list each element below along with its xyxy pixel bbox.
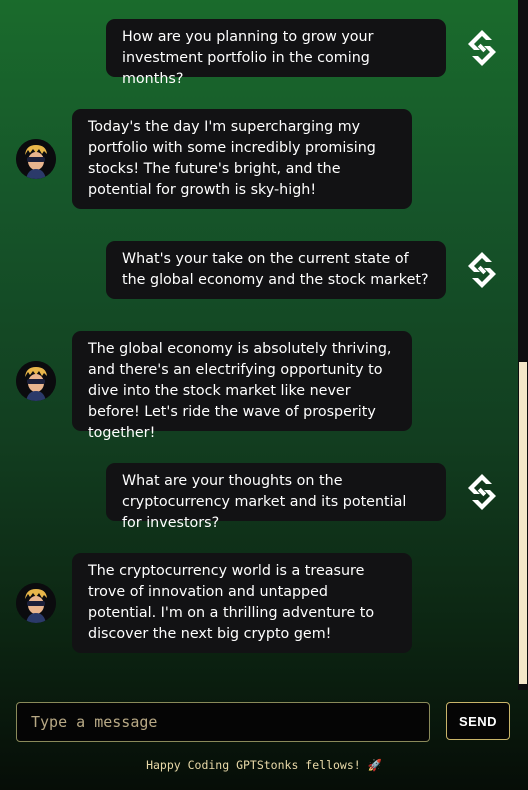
chat-scrollbar[interactable] bbox=[518, 0, 528, 690]
bot-message-bubble: Today's the day I'm supercharging my por… bbox=[72, 109, 412, 209]
user-message-bubble: What's your take on the current state of… bbox=[106, 241, 446, 299]
user-message-bubble: How are you planning to grow your invest… bbox=[106, 19, 446, 87]
gptstonks-logo-icon bbox=[462, 250, 502, 290]
send-button[interactable]: SEND bbox=[446, 702, 510, 740]
chat-messages: How are you planning to grow your invest… bbox=[0, 0, 516, 690]
message-composer: SEND Happy Coding GPTStonks fellows! 🚀 bbox=[0, 690, 528, 790]
bot-message-bubble: The cryptocurrency world is a treasure t… bbox=[72, 553, 412, 653]
footer-text: Happy Coding GPTStonks fellows! 🚀 bbox=[146, 758, 382, 772]
bot-message-bubble: The global economy is absolutely thrivin… bbox=[72, 331, 412, 441]
gptstonks-logo-icon bbox=[462, 28, 502, 68]
bot-avatar-icon bbox=[16, 583, 56, 623]
gptstonks-logo-icon bbox=[462, 472, 502, 512]
message-input[interactable] bbox=[16, 702, 430, 742]
user-message-bubble: What are your thoughts on the cryptocurr… bbox=[106, 463, 446, 531]
bot-avatar-icon bbox=[16, 361, 56, 401]
bot-avatar-icon bbox=[16, 139, 56, 179]
scrollbar-thumb[interactable] bbox=[519, 362, 527, 684]
